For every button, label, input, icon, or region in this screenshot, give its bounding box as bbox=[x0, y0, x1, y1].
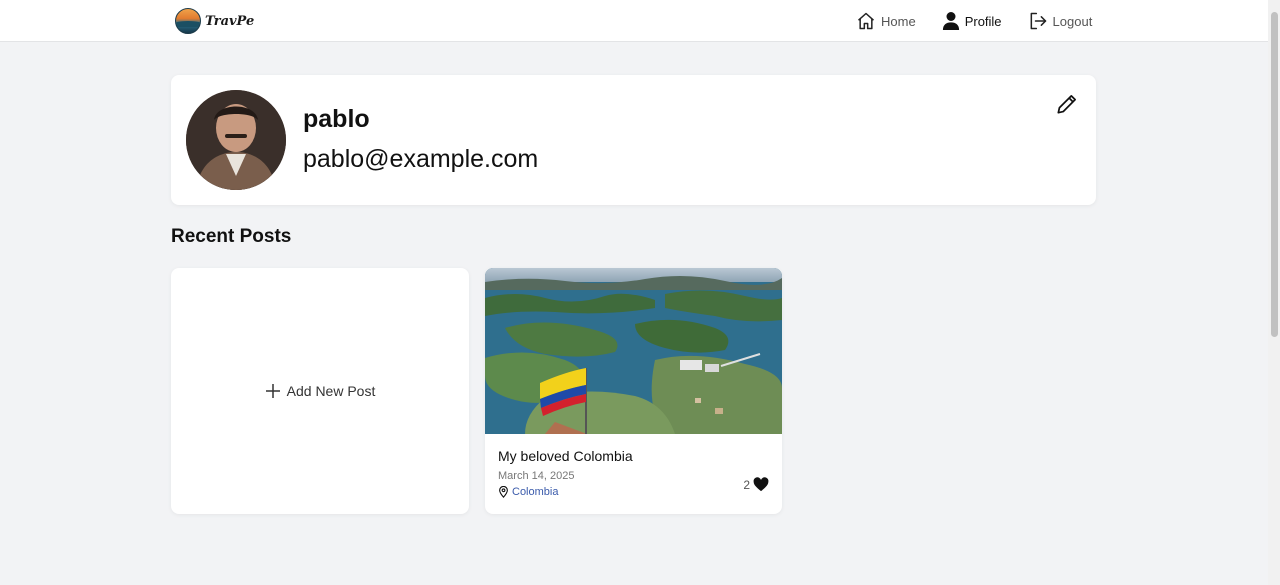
top-navbar: TravPe Home Profile Logout bbox=[0, 0, 1268, 42]
logo-badge-icon bbox=[175, 8, 201, 34]
nav-links: Home Profile Logout bbox=[856, 0, 1092, 42]
nav-home-link[interactable]: Home bbox=[856, 11, 916, 31]
add-new-post-label: Add New Post bbox=[286, 383, 376, 399]
avatar bbox=[186, 90, 286, 190]
heart-icon[interactable] bbox=[753, 477, 769, 492]
post-card[interactable]: My beloved Colombia March 14, 2025 Colom… bbox=[485, 268, 782, 514]
post-likes[interactable]: 2 bbox=[743, 477, 769, 492]
location-pin-icon bbox=[499, 486, 508, 498]
page-scrollbar[interactable] bbox=[1268, 0, 1280, 585]
post-date: March 14, 2025 bbox=[498, 470, 575, 482]
app-logo[interactable]: TravPe bbox=[175, 8, 254, 34]
avatar-photo bbox=[186, 90, 286, 190]
add-new-post-button[interactable]: Add New Post bbox=[265, 383, 376, 399]
profile-username: pablo bbox=[303, 105, 370, 133]
logo-text: TravPe bbox=[205, 13, 255, 29]
pencil-icon bbox=[1057, 95, 1076, 114]
post-title[interactable]: My beloved Colombia bbox=[498, 448, 633, 464]
add-new-post-card[interactable]: Add New Post bbox=[171, 268, 469, 514]
profile-email: pablo@example.com bbox=[303, 145, 539, 173]
post-location-label: Colombia bbox=[512, 486, 559, 498]
user-icon bbox=[942, 12, 959, 30]
plus-icon bbox=[265, 384, 280, 398]
recent-posts-title: Recent Posts bbox=[171, 226, 292, 247]
home-icon bbox=[858, 12, 874, 30]
nav-profile-link[interactable]: Profile bbox=[942, 11, 1002, 31]
post-like-count: 2 bbox=[743, 477, 750, 492]
edit-profile-button[interactable] bbox=[1054, 91, 1080, 117]
post-location[interactable]: Colombia bbox=[498, 486, 558, 498]
logout-icon bbox=[1030, 12, 1046, 30]
scrollbar-thumb[interactable] bbox=[1271, 12, 1278, 337]
post-image bbox=[485, 268, 782, 434]
nav-home-label: Home bbox=[881, 13, 916, 29]
nav-logout-label: Logout bbox=[1052, 13, 1093, 29]
profile-card: pablo pablo@example.com bbox=[171, 75, 1096, 205]
nav-logout-link[interactable]: Logout bbox=[1028, 11, 1093, 31]
nav-profile-label: Profile bbox=[964, 13, 1002, 29]
